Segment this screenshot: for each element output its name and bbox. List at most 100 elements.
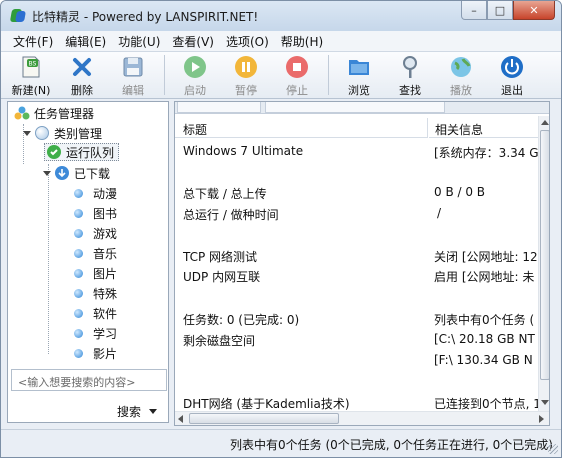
vertical-scroll-thumb[interactable] <box>540 130 549 380</box>
row-info: / <box>437 206 442 220</box>
toolbar-divider <box>328 55 329 95</box>
stop-button-label: 停止 <box>286 84 308 97</box>
category-icon <box>35 126 49 140</box>
tree-item-label: 影片 <box>93 346 118 361</box>
tree-item-movies[interactable]: 影片 <box>74 344 117 362</box>
tree-item-label: 游戏 <box>93 226 118 241</box>
maximize-button[interactable]: □ <box>487 1 513 20</box>
tree-item-books[interactable]: 图书 <box>74 204 117 222</box>
collapse-arrow-icon[interactable] <box>42 169 51 178</box>
minimize-button[interactable]: – <box>461 1 487 20</box>
menu-edit[interactable]: 编辑(E) <box>59 33 112 50</box>
tree-item-category-manage[interactable]: 类别管理 <box>22 124 102 142</box>
row-title: DHT网络 (基于Kademlia技术) <box>183 397 350 411</box>
tree-item-music[interactable]: 音乐 <box>74 244 117 262</box>
folder-dot-icon <box>74 288 83 298</box>
row-title: 总运行 / 做种时间 <box>183 208 279 222</box>
play-button-label: 播放 <box>450 84 472 97</box>
folder-dot-icon <box>74 228 83 238</box>
resize-grip-icon[interactable] <box>548 444 558 454</box>
folder-icon <box>349 60 369 75</box>
menu-bar: 文件(F) 编辑(E) 功能(U) 查看(V) 选项(O) 帮助(H) <box>1 31 561 51</box>
menu-function[interactable]: 功能(U) <box>112 33 166 50</box>
browse-button[interactable]: 浏览 <box>339 52 379 98</box>
search-button[interactable]: 搜索 <box>117 403 158 420</box>
scroll-up-icon[interactable] <box>541 120 549 125</box>
scroll-left-icon[interactable] <box>178 415 183 423</box>
exit-button[interactable]: 退出 <box>492 52 532 98</box>
tree-item-anime[interactable]: 动漫 <box>74 184 117 202</box>
toolbar-divider <box>164 55 165 95</box>
horizontal-scroll-thumb[interactable] <box>189 413 339 424</box>
folder-dot-icon <box>74 348 83 358</box>
edit-button-label: 编辑 <box>122 84 144 97</box>
tree-item-label: 学习 <box>93 326 118 341</box>
new-task-icon: BS <box>22 56 40 78</box>
running-queue-icon <box>47 145 61 159</box>
row-info: [F:\ 130.34 GB N <box>434 353 533 367</box>
collapse-arrow-icon[interactable] <box>22 129 31 138</box>
folder-dot-icon <box>74 208 83 218</box>
toolbar: BS 新建(N) 删除 编辑 启动 暂停 停止 浏览 查找 播放 退出 <box>1 51 561 99</box>
tree-item-label: 图书 <box>93 206 118 221</box>
tree-item-label: 动漫 <box>93 186 118 201</box>
folder-dot-icon <box>74 268 83 278</box>
search-button-label: 搜索 <box>117 405 142 419</box>
row-info: [C:\ 20.18 GB NT <box>434 332 535 346</box>
folder-dot-icon <box>74 328 83 338</box>
menu-options[interactable]: 选项(O) <box>220 33 275 50</box>
delete-button[interactable]: 删除 <box>62 52 102 98</box>
new-button-label: 新建(N) <box>11 84 51 97</box>
menu-help[interactable]: 帮助(H) <box>275 33 329 50</box>
row-title: TCP 网络测试 <box>183 250 258 264</box>
chevron-down-icon <box>149 408 158 414</box>
column-header-title[interactable]: 标题 <box>175 118 428 138</box>
status-bar: 列表中有0个任务 (0个已完成, 0个任务正在进行, 0个已完成) <box>1 429 561 457</box>
app-logo-icon <box>9 8 26 24</box>
tree-item-label: 特殊 <box>93 286 118 301</box>
new-button[interactable]: BS 新建(N) <box>11 52 51 98</box>
tree-item-learning[interactable]: 学习 <box>74 324 117 342</box>
folder-dot-icon <box>74 188 83 198</box>
tree-item-downloaded[interactable]: 已下载 <box>42 164 110 182</box>
tree-item-special[interactable]: 特殊 <box>74 284 117 302</box>
menu-file[interactable]: 文件(F) <box>7 33 59 50</box>
start-button[interactable]: 启动 <box>175 52 215 98</box>
tree-root-label: 任务管理器 <box>34 106 95 121</box>
stop-button[interactable]: 停止 <box>277 52 317 98</box>
edit-save-icon <box>123 57 143 77</box>
stop-circle-icon <box>286 56 308 78</box>
close-button[interactable]: ✕ <box>513 1 555 20</box>
find-button[interactable]: 查找 <box>390 52 430 98</box>
column-header-info[interactable]: 相关信息 <box>429 118 539 138</box>
scroll-down-icon[interactable] <box>541 400 549 405</box>
search-input[interactable]: <输入想要搜索的内容> <box>11 369 167 391</box>
tree-item-label: 图片 <box>93 266 118 281</box>
edit-button[interactable]: 编辑 <box>113 52 153 98</box>
tree-item-pictures[interactable]: 图片 <box>74 264 117 282</box>
folder-dot-icon <box>74 248 83 258</box>
vertical-scrollbar[interactable] <box>538 116 549 411</box>
pause-button[interactable]: 暂停 <box>226 52 266 98</box>
tree-item-running-queue[interactable]: 运行队列 <box>44 143 120 161</box>
tree-item-software[interactable]: 软件 <box>74 304 117 322</box>
power-icon <box>501 56 523 78</box>
delete-button-label: 删除 <box>71 84 93 97</box>
tree-item-games[interactable]: 游戏 <box>74 224 117 242</box>
tab-strip <box>175 102 549 114</box>
tab-details[interactable] <box>265 102 445 113</box>
menu-view[interactable]: 查看(V) <box>166 33 220 50</box>
info-list-panel: 标题 相关信息 Windows 7 Ultimate [系统内存：3.34 G … <box>174 101 550 426</box>
folder-dot-icon <box>74 308 83 318</box>
tree-root-task-manager[interactable]: 任务管理器 <box>14 104 94 122</box>
tree-item-label: 软件 <box>93 306 118 321</box>
play-circle-icon <box>184 56 206 78</box>
scroll-right-icon[interactable] <box>539 415 544 423</box>
horizontal-scrollbar[interactable] <box>175 411 549 425</box>
title-bar: 比特精灵 - Powered by LANSPIRIT.NET! – □ ✕ <box>1 1 561 31</box>
row-info: 0 B / 0 B <box>434 185 486 199</box>
play-button[interactable]: 播放 <box>441 52 481 98</box>
start-button-label: 启动 <box>184 84 206 97</box>
tab-info[interactable] <box>177 102 261 113</box>
pause-circle-icon <box>235 56 257 78</box>
